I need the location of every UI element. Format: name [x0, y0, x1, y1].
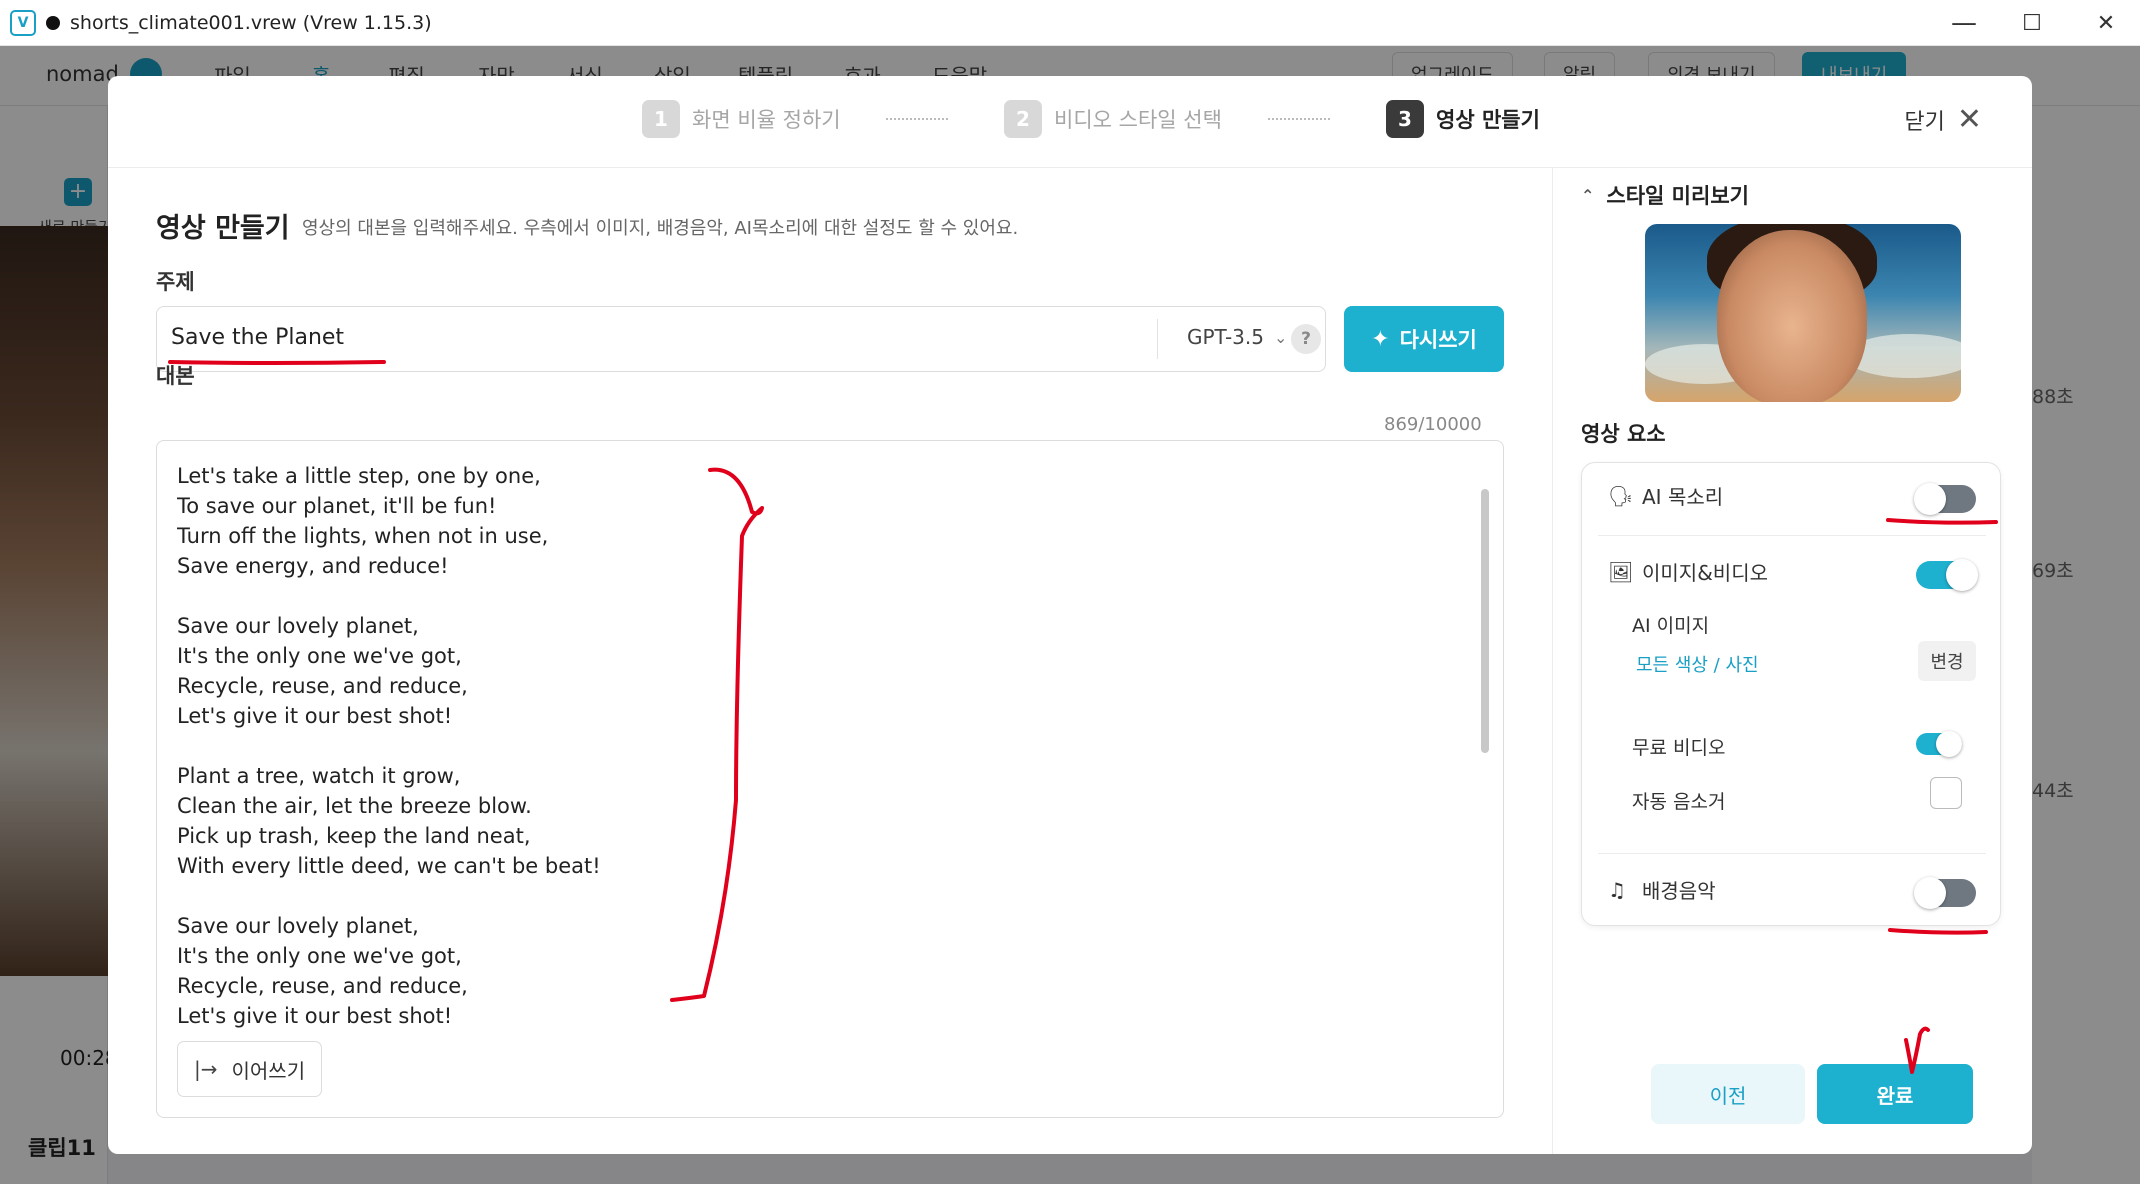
ai-voice-label: AI 목소리 — [1642, 485, 1724, 509]
continue-label: 이어쓰기 — [231, 1058, 306, 1083]
scrollbar[interactable] — [1481, 489, 1489, 753]
bgm-row: ♫ 배경음악 — [1608, 875, 1716, 904]
style-preview-image — [1645, 224, 1961, 402]
step-separator — [886, 118, 948, 120]
topic-label: 주제 — [156, 270, 195, 294]
minimize-button[interactable]: — — [1930, 0, 1998, 46]
close-modal-button[interactable]: 닫기 ✕ — [1904, 104, 1982, 136]
step-number: 3 — [1386, 100, 1424, 138]
topic-field[interactable]: Save the Planet GPT-3.5 ⌄ ? — [156, 306, 1326, 372]
preview-title: 스타일 미리보기 — [1606, 184, 1749, 208]
ai-voice-toggle[interactable] — [1914, 483, 1976, 515]
free-video-toggle[interactable] — [1916, 731, 1962, 757]
script-label: 대본 — [156, 364, 195, 388]
step-2[interactable]: 2 비디오 스타일 선택 — [1004, 100, 1222, 138]
continue-writing-button[interactable]: |→ 이어쓰기 — [177, 1041, 323, 1097]
elements-card: 🗣 AI 목소리 🖼 이미지&비디오 AI 이미지 모든 색상 / 사진 변경 … — [1581, 462, 2001, 926]
ai-image-label: AI 이미지 — [1632, 615, 1710, 637]
image-video-toggle[interactable] — [1916, 559, 1978, 591]
style-preview-toggle[interactable]: ⌃ 스타일 미리보기 — [1581, 180, 1749, 210]
free-video-label: 무료 비디오 — [1632, 737, 1726, 759]
page-title: 영상 만들기 — [156, 213, 290, 244]
ai-voice-row: 🗣 AI 목소리 — [1608, 481, 1723, 510]
change-style-button[interactable]: 변경 — [1918, 641, 1976, 681]
divider — [1598, 853, 1986, 854]
settings-side-panel: ⌃ 스타일 미리보기 영상 요소 🗣 AI 목소리 🖼 이미지&비디오 AI 이… — [1552, 168, 2032, 1154]
script-textarea[interactable]: Let's take a little step, one by one, To… — [156, 440, 1504, 1118]
bgm-label: 배경음악 — [1642, 879, 1716, 903]
auto-mute-label: 자동 음소거 — [1632, 791, 1726, 813]
arrow-right-bar-icon: |→ — [194, 1057, 218, 1081]
image-video-row: 🖼 이미지&비디오 — [1608, 557, 1768, 586]
step-label: 영상 만들기 — [1436, 108, 1540, 132]
image-video-icon: 🖼 — [1608, 559, 1634, 584]
done-button[interactable]: 완료 — [1817, 1064, 1973, 1124]
close-icon: ✕ — [1956, 102, 1982, 137]
face-shape — [1717, 230, 1867, 402]
step-label: 화면 비율 정하기 — [692, 108, 841, 132]
model-value: GPT-3.5 — [1187, 325, 1264, 349]
help-icon[interactable]: ? — [1291, 324, 1321, 354]
script-editor-area: 영상 만들기 영상의 대본을 입력해주세요. 우측에서 이미지, 배경음악, A… — [108, 168, 1552, 1154]
voice-icon: 🗣 — [1608, 483, 1634, 508]
step-1[interactable]: 1 화면 비율 정하기 — [642, 100, 841, 138]
step-number: 2 — [1004, 100, 1042, 138]
bgm-toggle[interactable] — [1914, 877, 1976, 909]
music-note-icon: ♫ — [1608, 877, 1626, 902]
topic-input[interactable]: Save the Planet — [171, 325, 344, 350]
rewrite-button[interactable]: ✦ 다시쓰기 — [1344, 306, 1504, 372]
maximize-button[interactable]: ☐ — [1998, 0, 2066, 46]
auto-mute-checkbox[interactable] — [1930, 777, 1962, 809]
image-video-label: 이미지&비디오 — [1642, 561, 1768, 585]
vrew-logo-icon: V — [10, 9, 36, 36]
previous-button[interactable]: 이전 — [1651, 1064, 1805, 1124]
divider — [1598, 535, 1986, 536]
step-bar: 1 화면 비율 정하기 2 비디오 스타일 선택 3 영상 만들기 닫기 ✕ — [108, 76, 2032, 168]
model-select[interactable]: GPT-3.5 ⌄ — [1187, 325, 1287, 349]
magic-wand-icon: ✦ — [1371, 326, 1390, 352]
close-window-button[interactable]: ✕ — [2072, 0, 2140, 46]
step-number: 1 — [642, 100, 680, 138]
character-count: 869/10000 — [1384, 414, 1482, 435]
close-label: 닫기 — [1904, 110, 1945, 135]
ai-image-style-link[interactable]: 모든 색상 / 사진 — [1636, 651, 1759, 677]
chevron-down-icon: ⌄ — [1273, 327, 1288, 347]
step-3[interactable]: 3 영상 만들기 — [1386, 100, 1540, 138]
chevron-up-icon: ⌃ — [1581, 185, 1595, 205]
rewrite-label: 다시쓰기 — [1399, 328, 1477, 352]
window-title: shorts_climate001.vrew (Vrew 1.15.3) — [70, 11, 432, 34]
page-description: 영상의 대본을 입력해주세요. 우측에서 이미지, 배경음악, AI목소리에 대… — [302, 218, 1019, 239]
script-text[interactable]: Let's take a little step, one by one, To… — [177, 461, 1377, 1043]
divider — [1157, 319, 1158, 359]
create-video-modal: 1 화면 비율 정하기 2 비디오 스타일 선택 3 영상 만들기 닫기 ✕ 영… — [108, 76, 2032, 1154]
elements-title: 영상 요소 — [1581, 422, 1666, 446]
step-separator — [1268, 118, 1330, 120]
window-title-bar: V shorts_climate001.vrew (Vrew 1.15.3) —… — [0, 0, 2140, 46]
step-label: 비디오 스타일 선택 — [1054, 108, 1222, 132]
unsaved-dot-icon — [46, 15, 60, 30]
